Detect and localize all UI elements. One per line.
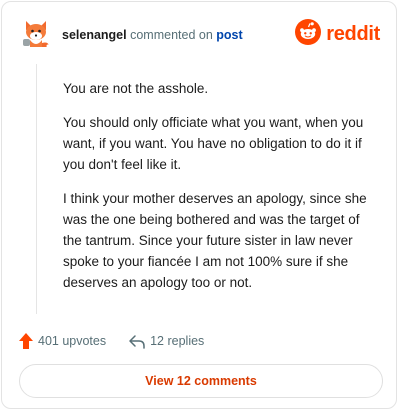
comment-card: selenangel commented on post reddit You …	[1, 1, 397, 409]
comment-body: You are not the asshole. You should only…	[63, 78, 367, 306]
reply-arrow-icon	[128, 333, 146, 349]
comment-header: selenangel commented on post reddit	[20, 17, 380, 53]
comment-paragraph: You should only officiate what you want,…	[63, 115, 364, 172]
fox-avatar-icon[interactable]	[20, 17, 52, 49]
comment-paragraph: You are not the asshole.	[63, 81, 209, 96]
replies-stat[interactable]: 12 replies	[128, 333, 204, 349]
upvotes-count: 401 upvotes	[38, 334, 107, 348]
thread-line	[36, 64, 37, 314]
comment-paragraph: I think your mother deserves an apology,…	[63, 191, 367, 290]
upvotes-stat[interactable]: 401 upvotes	[18, 332, 106, 350]
username-link[interactable]: selenangel	[62, 28, 127, 42]
upvote-arrow-icon	[18, 332, 34, 350]
reddit-logo-icon	[295, 18, 322, 50]
action-text: commented on	[130, 28, 213, 42]
view-comments-button[interactable]: View 12 comments	[19, 364, 383, 398]
comment-meta: selenangel commented on post	[62, 28, 243, 42]
comment-stats: 401 upvotes 12 replies	[18, 331, 204, 351]
post-link[interactable]: post	[216, 28, 242, 42]
reddit-brand[interactable]: reddit	[295, 18, 380, 50]
replies-count: 12 replies	[150, 334, 205, 348]
reddit-wordmark: reddit	[326, 22, 380, 45]
